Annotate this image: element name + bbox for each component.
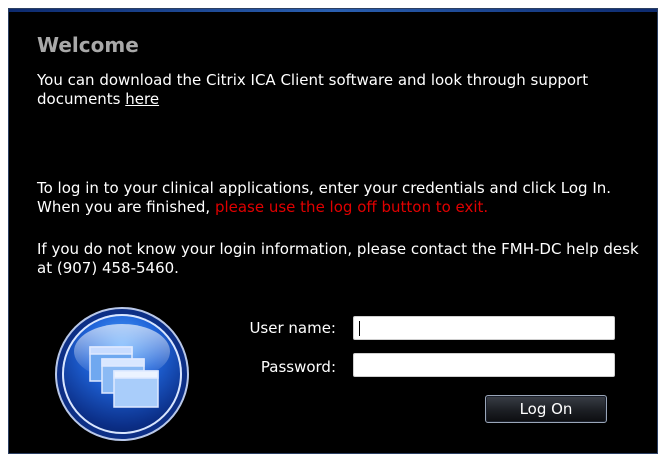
username-label: User name: <box>249 319 336 337</box>
password-label: Password: <box>260 358 336 376</box>
text-cursor <box>359 321 360 336</box>
download-text-body: You can download the Citrix ICA Client s… <box>37 71 589 108</box>
welcome-title: Welcome <box>37 33 139 57</box>
download-here-link[interactable]: here <box>125 90 159 108</box>
citrix-windows-orb-icon <box>62 314 182 434</box>
panel-top-border <box>9 9 657 12</box>
help-desk-text: If you do not know your login informatio… <box>37 240 639 277</box>
download-text: You can download the Citrix ICA Client s… <box>37 71 647 109</box>
stacked-windows-icon <box>89 346 159 408</box>
password-field[interactable] <box>353 353 615 377</box>
logoff-warning: please use the log off button to exit. <box>214 198 489 216</box>
username-field[interactable] <box>353 316 615 340</box>
log-on-button[interactable]: Log On <box>485 395 607 423</box>
login-panel: Welcome You can download the Citrix ICA … <box>8 8 658 454</box>
login-instructions: To log in to your clinical applications,… <box>37 179 647 217</box>
